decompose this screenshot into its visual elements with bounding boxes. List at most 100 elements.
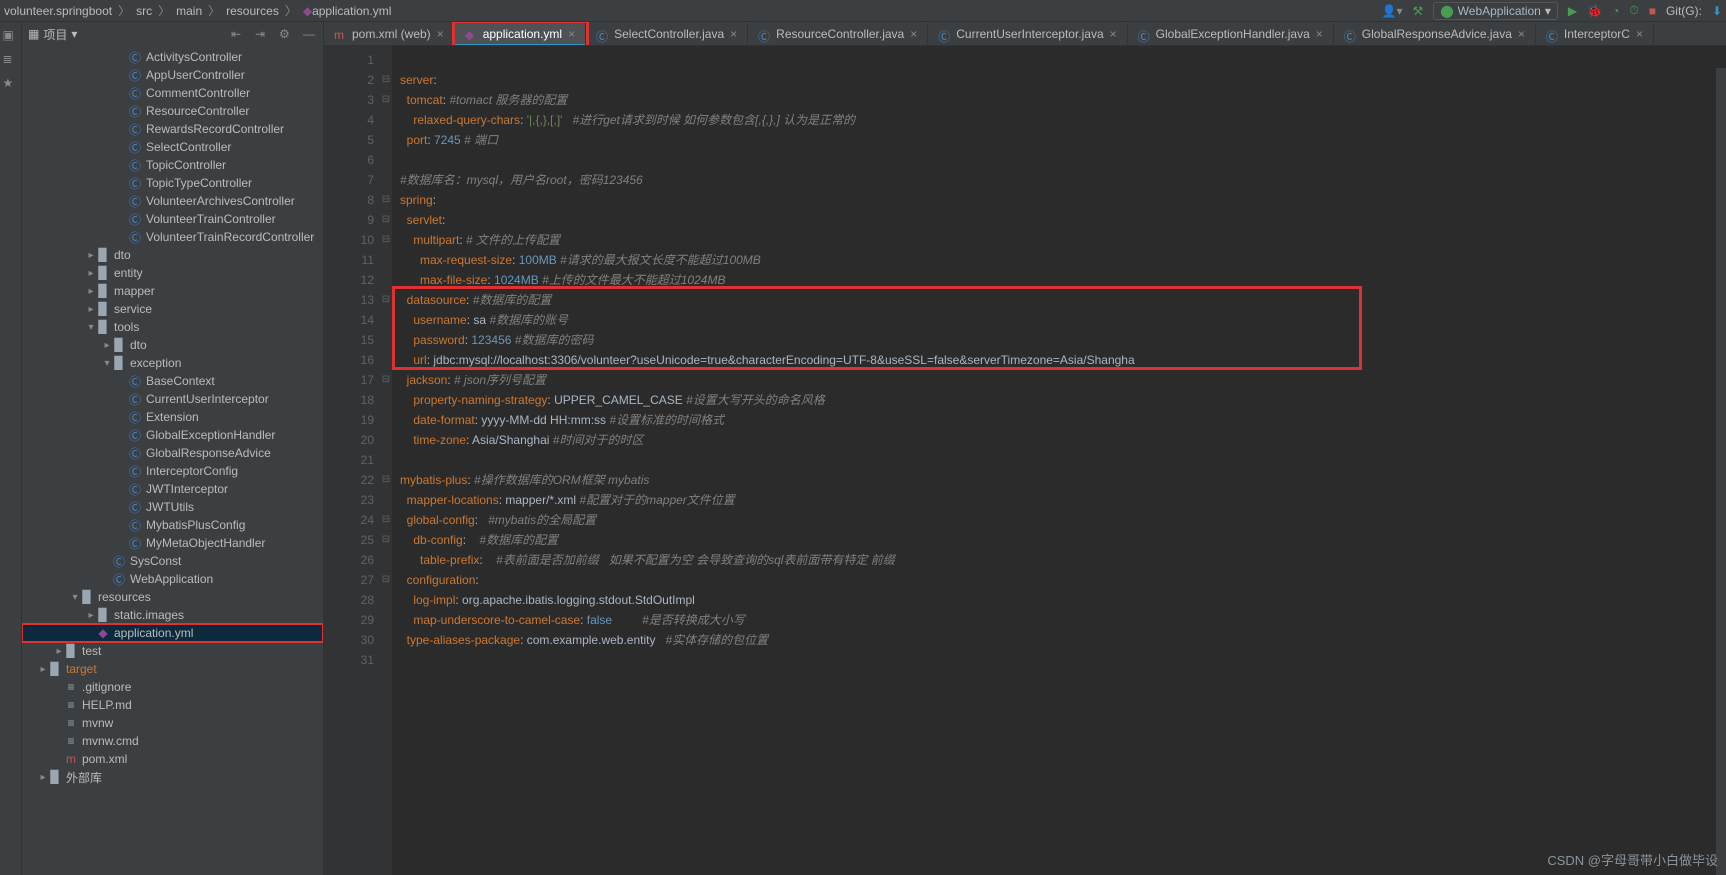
chevron-icon[interactable]: ▾ xyxy=(70,592,80,603)
tree-item[interactable]: ⒸJWTInterceptor xyxy=(22,480,323,498)
tree-item[interactable]: ⒸAppUserController xyxy=(22,66,323,84)
user-icon[interactable]: 👤▾ xyxy=(1382,4,1403,18)
code-line[interactable] xyxy=(400,50,1726,70)
code-line[interactable]: date-format: yyyy-MM-dd HH:mm:ss #设置标准的时… xyxy=(400,410,1726,430)
code-line[interactable]: #数据库名：mysql，用户名root，密码123456 xyxy=(400,170,1726,190)
fold-handle[interactable] xyxy=(380,110,392,130)
editor-tab[interactable]: ⒸResourceController.java× xyxy=(748,23,928,45)
hammer-icon[interactable]: ⚒ xyxy=(1412,4,1423,18)
fold-handle[interactable]: ⊟ xyxy=(380,90,392,110)
code-line[interactable] xyxy=(400,650,1726,670)
fold-handle[interactable] xyxy=(380,350,392,370)
code-line[interactable]: db-config: #数据库的配置 xyxy=(400,530,1726,550)
fold-handle[interactable] xyxy=(380,650,392,670)
code-line[interactable]: map-underscore-to-camel-case: false #是否转… xyxy=(400,610,1726,630)
fold-handle[interactable]: ⊟ xyxy=(380,530,392,550)
code-line[interactable] xyxy=(400,450,1726,470)
code-line[interactable]: global-config: #mybatis的全局配置 xyxy=(400,510,1726,530)
code-line[interactable]: jackson: # json序列号配置 xyxy=(400,370,1726,390)
fold-handle[interactable] xyxy=(380,630,392,650)
tree-item[interactable]: ▸▉target xyxy=(22,660,323,678)
breadcrumb-item[interactable]: resources xyxy=(226,4,279,18)
code-line[interactable]: log-impl: org.apache.ibatis.logging.stdo… xyxy=(400,590,1726,610)
fold-handle[interactable]: ⊟ xyxy=(380,230,392,250)
expand-icon[interactable]: ⇥ xyxy=(255,27,269,41)
tree-item[interactable]: ⒸCommentController xyxy=(22,84,323,102)
tree-item[interactable]: ▾▉resources xyxy=(22,588,323,606)
editor-tab[interactable]: ⒸInterceptorC× xyxy=(1536,23,1654,45)
tree-item[interactable]: ⒸSysConst xyxy=(22,552,323,570)
fold-column[interactable]: ⊟⊟⊟⊟⊟⊟⊟⊟⊟⊟⊟ xyxy=(380,46,392,875)
tree-item[interactable]: ▾▉exception xyxy=(22,354,323,372)
tree-item[interactable]: ▸▉dto xyxy=(22,246,323,264)
run-icon[interactable]: ▶ xyxy=(1568,4,1577,18)
chevron-icon[interactable]: ▸ xyxy=(102,340,112,351)
close-icon[interactable]: × xyxy=(568,27,575,41)
tree-item[interactable]: ⒸResourceController xyxy=(22,102,323,120)
editor-tab[interactable]: ⒸSelectController.java× xyxy=(586,23,748,45)
editor-tab[interactable]: ◆application.yml× xyxy=(455,23,586,45)
chevron-icon[interactable]: ▸ xyxy=(86,286,96,297)
fold-handle[interactable] xyxy=(380,390,392,410)
fold-handle[interactable] xyxy=(380,410,392,430)
chevron-icon[interactable]: ▸ xyxy=(86,304,96,315)
tree-item[interactable]: ⒸVolunteerTrainRecordController xyxy=(22,228,323,246)
fold-handle[interactable] xyxy=(380,170,392,190)
fold-handle[interactable] xyxy=(380,450,392,470)
close-icon[interactable]: × xyxy=(730,27,737,41)
tree-item[interactable]: ≡.gitignore xyxy=(22,678,323,696)
code-content[interactable]: server: tomcat: #tomact 服务器的配置 relaxed-q… xyxy=(392,46,1726,875)
code-line[interactable]: username: sa #数据库的账号 xyxy=(400,310,1726,330)
fold-handle[interactable] xyxy=(380,250,392,270)
breadcrumbs[interactable]: volunteer.springboot〉src〉main〉resources〉… xyxy=(4,2,391,19)
fold-handle[interactable]: ⊟ xyxy=(380,570,392,590)
fold-handle[interactable] xyxy=(380,270,392,290)
tree-item[interactable]: ⒸActivitysController xyxy=(22,48,323,66)
tree-item[interactable]: ▸▉static.images xyxy=(22,606,323,624)
chevron-icon[interactable]: ▾ xyxy=(86,322,96,333)
code-line[interactable]: property-naming-strategy: UPPER_CAMEL_CA… xyxy=(400,390,1726,410)
chevron-icon[interactable]: ▾ xyxy=(102,358,112,369)
close-icon[interactable]: × xyxy=(1316,27,1323,41)
editor-tab[interactable]: ⒸGlobalResponseAdvice.java× xyxy=(1334,23,1536,45)
tree-item[interactable]: ⒸSelectController xyxy=(22,138,323,156)
git-update-icon[interactable]: ⬇ xyxy=(1712,4,1722,18)
code-line[interactable]: mybatis-plus: #操作数据库的ORM框架 mybatis xyxy=(400,470,1726,490)
code-line[interactable]: password: 123456 #数据库的密码 xyxy=(400,330,1726,350)
tree-item[interactable]: ⒸGlobalExceptionHandler xyxy=(22,426,323,444)
close-icon[interactable]: × xyxy=(1636,27,1643,41)
tree-item[interactable]: ◆application.yml xyxy=(22,624,323,642)
tree-item[interactable]: ≡HELP.md xyxy=(22,696,323,714)
fold-handle[interactable]: ⊟ xyxy=(380,370,392,390)
fold-handle[interactable]: ⊟ xyxy=(380,210,392,230)
code-line[interactable]: multipart: # 文件的上传配置 xyxy=(400,230,1726,250)
chevron-icon[interactable]: ▸ xyxy=(86,610,96,621)
scrollbar[interactable] xyxy=(1716,68,1726,875)
editor-tab[interactable]: mpom.xml (web)× xyxy=(324,23,455,45)
tree-item[interactable]: ⒸBaseContext xyxy=(22,372,323,390)
code-line[interactable]: mapper-locations: mapper/*.xml #配置对于的map… xyxy=(400,490,1726,510)
code-line[interactable]: tomcat: #tomact 服务器的配置 xyxy=(400,90,1726,110)
close-icon[interactable]: × xyxy=(1110,27,1117,41)
tree-item[interactable]: mpom.xml xyxy=(22,750,323,768)
code-line[interactable]: server: xyxy=(400,70,1726,90)
chevron-icon[interactable]: ▸ xyxy=(38,664,48,675)
code-line[interactable]: time-zone: Asia/Shanghai #时间对于的时区 xyxy=(400,430,1726,450)
editor-tab[interactable]: ⒸCurrentUserInterceptor.java× xyxy=(928,23,1127,45)
project-tree[interactable]: ⒸActivitysControllerⒸAppUserControllerⒸC… xyxy=(22,46,323,875)
editor[interactable]: 1234567891011121314151617181920212223242… xyxy=(324,46,1726,875)
chevron-down-icon[interactable]: ▾ xyxy=(71,27,77,41)
fold-handle[interactable] xyxy=(380,130,392,150)
code-line[interactable]: type-aliases-package: com.example.web.en… xyxy=(400,630,1726,650)
close-icon[interactable]: × xyxy=(437,27,444,41)
editor-tab[interactable]: ⒸGlobalExceptionHandler.java× xyxy=(1128,23,1334,45)
code-line[interactable]: max-request-size: 100MB #请求的最大报文长度不能超过10… xyxy=(400,250,1726,270)
tree-item[interactable]: ≡mvnw xyxy=(22,714,323,732)
tree-item[interactable]: ⒸRewardsRecordController xyxy=(22,120,323,138)
fold-handle[interactable] xyxy=(380,430,392,450)
breadcrumb-item[interactable]: src xyxy=(136,4,152,18)
tree-item[interactable]: ▸▉test xyxy=(22,642,323,660)
tree-item[interactable]: ▸▉dto xyxy=(22,336,323,354)
tree-item[interactable]: ▸▉mapper xyxy=(22,282,323,300)
code-line[interactable]: servlet: xyxy=(400,210,1726,230)
